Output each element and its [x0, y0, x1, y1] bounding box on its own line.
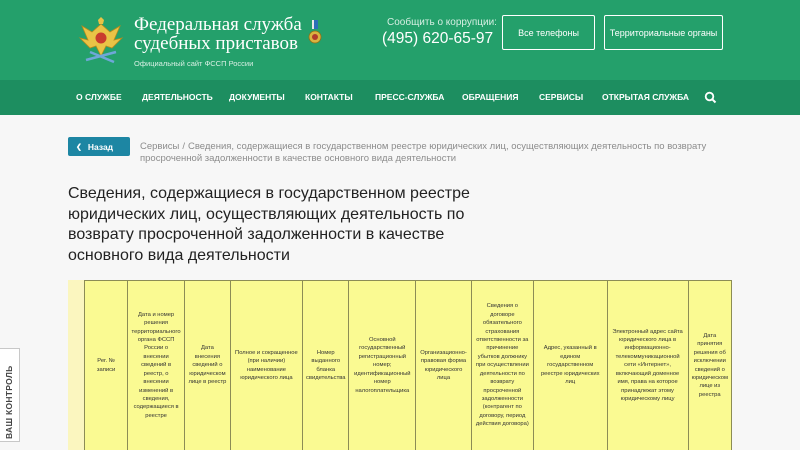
corruption-label: Сообщить о коррупции:: [387, 17, 497, 28]
nav-item-appeals[interactable]: ОБРАЩЕНИЯ: [462, 80, 518, 115]
main-nav: О СЛУЖБЕ ДЕЯТЕЛЬНОСТЬ ДОКУМЕНТЫ КОНТАКТЫ…: [0, 80, 800, 115]
table-header-row: Рег. № записи Дата и номер решения терри…: [83, 280, 733, 450]
nav-item-about[interactable]: О СЛУЖБЕ: [76, 80, 122, 115]
breadcrumb-current: Сведения, содержащиеся в государственном…: [140, 141, 707, 164]
chevron-left-icon: ❮: [76, 143, 82, 151]
site-header: Федеральная служба судебных приставов Оф…: [0, 0, 800, 80]
site-title-line2: судебных приставов: [134, 33, 298, 54]
table-header-cell: Полное и сокращенное (при наличии) наиме…: [229, 280, 304, 450]
table-header-cell: Дата и номер решения территориального ор…: [127, 280, 186, 450]
table-header-cell: Номер выданного бланка свидетельства: [302, 280, 350, 450]
breadcrumb-separator: /: [182, 141, 185, 152]
all-phones-button[interactable]: Все телефоны: [502, 15, 595, 50]
table-header-cell: Дата принятия решения об исключении свед…: [687, 280, 733, 450]
site-subtitle: Официальный сайт ФССП России: [134, 59, 254, 68]
back-button-label: Назад: [87, 141, 114, 152]
nav-item-activity[interactable]: ДЕЯТЕЛЬНОСТЬ: [142, 80, 213, 115]
breadcrumb: Сервисы / Сведения, содержащиеся в государ…: [140, 141, 730, 165]
page-title: Сведения, содержащиеся в государственном…: [68, 185, 470, 264]
your-control-tab[interactable]: ВАШ КОНТРОЛЬ: [0, 348, 20, 442]
nav-item-open-service[interactable]: ОТКРЫТАЯ СЛУЖБА: [602, 80, 689, 115]
territorial-bodies-button[interactable]: Территориальные органы: [604, 15, 723, 50]
table-header-cell: Рег. № записи: [83, 280, 129, 450]
table-header-cell: Электронный адрес сайта юридического лиц…: [606, 280, 689, 450]
table-header-cell: Организационно-правовая форма юридическо…: [415, 280, 472, 450]
breadcrumb-root[interactable]: Сервисы: [140, 141, 179, 152]
nav-item-contacts[interactable]: КОНТАКТЫ: [305, 80, 353, 115]
registry-table-wrapper: Рег. № записи Дата и номер решения терри…: [68, 280, 733, 450]
table-header-cell: Сведения о договоре обязательного страхо…: [470, 280, 534, 450]
nav-item-services[interactable]: СЕРВИСЫ: [539, 80, 583, 115]
back-button[interactable]: ❮ Назад: [68, 137, 130, 156]
your-control-label: ВАШ КОНТРОЛЬ: [4, 365, 14, 439]
search-icon[interactable]: [704, 91, 717, 104]
table-header-cell: Адрес, указанный в едином государственно…: [532, 280, 608, 450]
corruption-phone[interactable]: (495) 620-65-97: [382, 30, 493, 48]
nav-item-press[interactable]: ПРЕСС-СЛУЖБА: [375, 80, 444, 115]
table-header-cell: Основной государственный регистрационный…: [348, 280, 417, 450]
fssp-emblem-icon[interactable]: [78, 16, 124, 66]
registry-table: Рег. № записи Дата и номер решения терри…: [83, 280, 733, 450]
site-title-line1: Федеральная служба: [134, 14, 302, 35]
nav-item-documents[interactable]: ДОКУМЕНТЫ: [229, 80, 285, 115]
site-title[interactable]: Федеральная служба судебных приставов: [134, 15, 304, 53]
table-header-cell: Дата внесения сведений о юридическом лиц…: [184, 280, 231, 450]
medal-icon: [308, 20, 322, 44]
